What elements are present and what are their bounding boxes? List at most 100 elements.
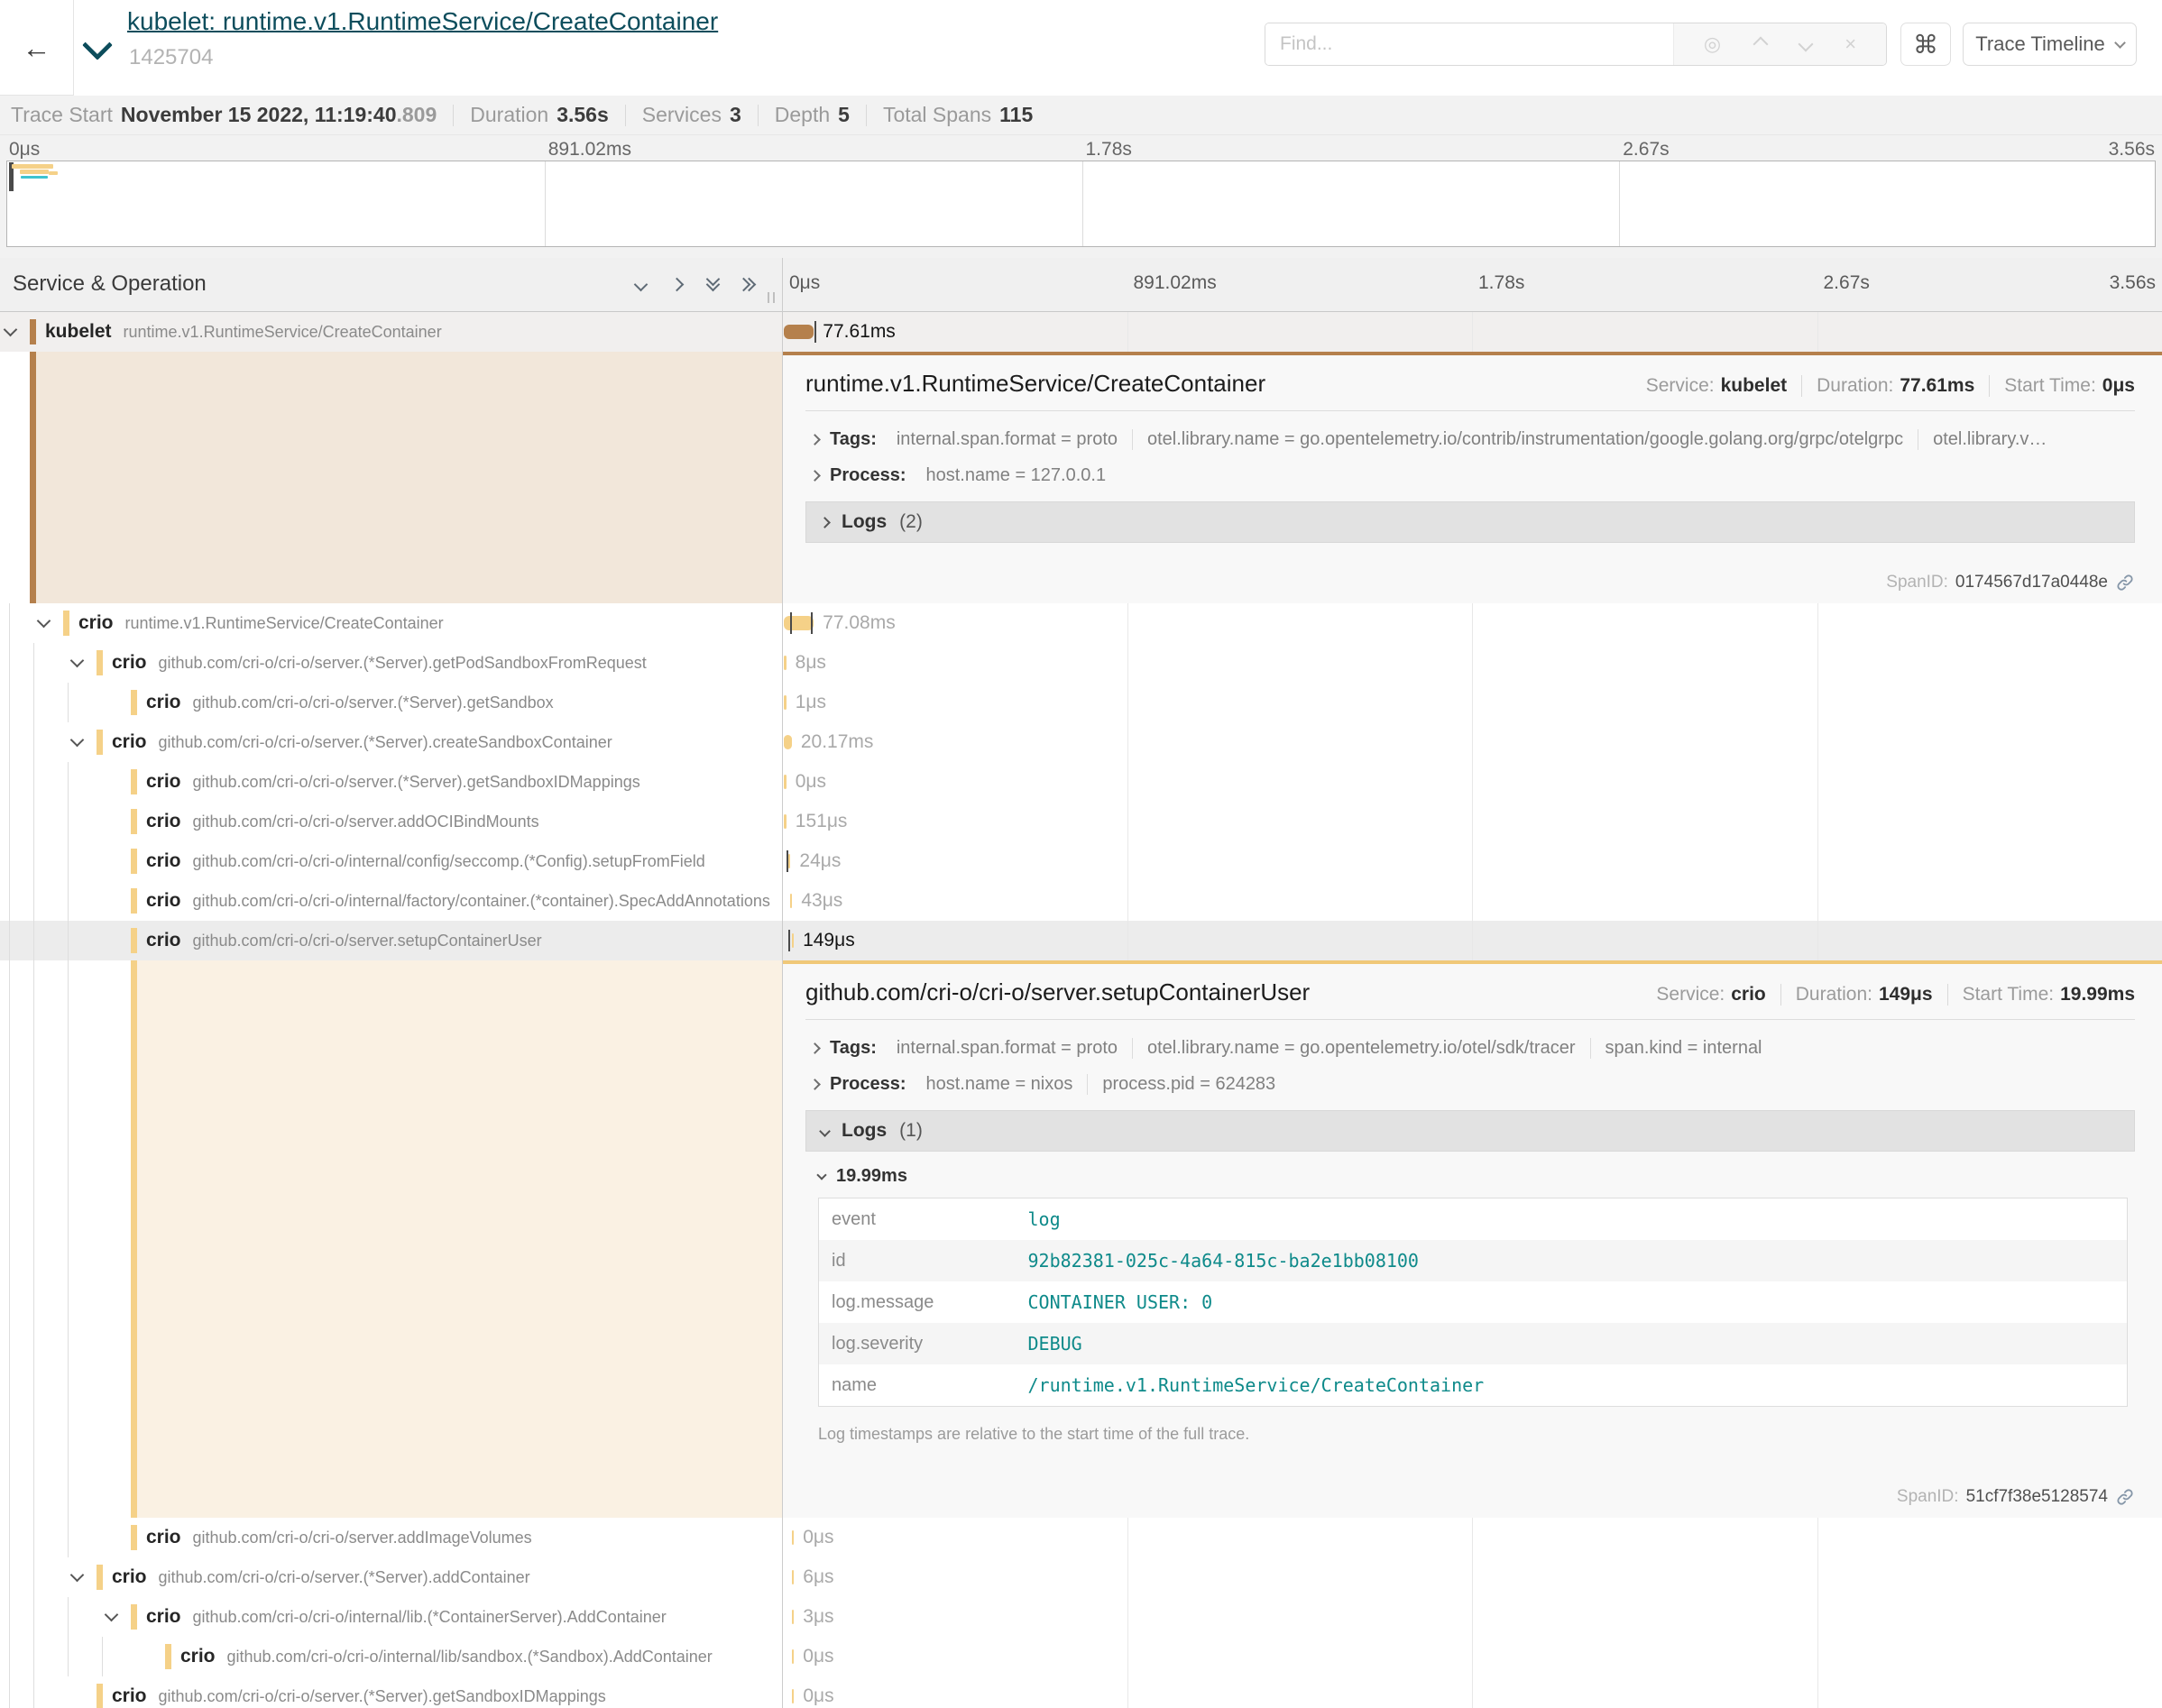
minimap-gridline (1082, 161, 1083, 246)
tags-row[interactable]: Tags: internal.span.format = protootel.l… (805, 1038, 2135, 1059)
span-duration-bar[interactable] (788, 854, 791, 868)
span-row[interactable]: crio github.com/cri-o/cri-o/internal/lib/… (0, 1637, 2162, 1676)
expand-one-icon[interactable] (669, 277, 685, 293)
span-row[interactable]: criogithub.com/cri-o/cri-o/server.addIma… (0, 1518, 2162, 1557)
span-row[interactable]: kubeletruntime.v1.RuntimeService/CreateC… (0, 312, 2162, 352)
operation-name: github.com/cri-o/cri-o/internal/lib/sand… (227, 1648, 713, 1667)
service-color-stripe (165, 1644, 171, 1669)
span-duration-bar[interactable] (784, 735, 792, 749)
span-duration-bar[interactable] (792, 1570, 795, 1584)
indent-guide (33, 921, 34, 960)
indent-guide (33, 643, 34, 683)
span-row[interactable]: crio github.com/cri-o/cri-o/server.(*Serv… (0, 722, 2162, 762)
service-name: crio (146, 930, 181, 951)
row-collapse-icon[interactable] (37, 614, 51, 629)
expand-all-icon[interactable] (741, 277, 758, 293)
span-row[interactable]: criogithub.com/cri-o/cri-o/server.(*Serv… (0, 1557, 2162, 1597)
operation-name: github.com/cri-o/cri-o/server.(*Server).… (159, 1568, 530, 1587)
next-match-icon[interactable] (1798, 37, 1813, 52)
operation-name: github.com/cri-o/cri-o/server.(*Server).… (159, 733, 612, 752)
row-collapse-icon[interactable] (105, 1608, 119, 1622)
chevron-right-icon (809, 470, 821, 482)
span-duration-bar[interactable] (792, 1649, 795, 1664)
log-field-key: log.message (819, 1281, 1016, 1323)
span-duration-bar[interactable] (792, 1530, 795, 1545)
collapse-all-icon[interactable] (705, 277, 722, 293)
service-name: crio (180, 1646, 216, 1667)
timeline-gridline (1472, 921, 1473, 960)
service-name: crio (146, 811, 181, 832)
log-field-row: name/runtime.v1.RuntimeService/CreateCon… (819, 1364, 2128, 1407)
service-color-stripe (97, 1565, 103, 1590)
page-header: ← kubelet: runtime.v1.RuntimeService/Cre… (0, 0, 2162, 96)
span-duration-bar[interactable] (784, 695, 787, 710)
span-row[interactable]: criogithub.com/cri-o/cri-o/server.setupC… (0, 921, 2162, 960)
find-input[interactable] (1265, 23, 1673, 65)
logs-count: (1) (899, 1120, 923, 1142)
service-color-stripe (131, 888, 137, 914)
span-row[interactable]: criogithub.com/cri-o/cri-o/internal/fact… (0, 881, 2162, 921)
indent-guide (33, 1557, 34, 1597)
operation-name: github.com/cri-o/cri-o/internal/lib.(*Co… (193, 1608, 667, 1627)
span-duration-label: 20.17ms (801, 722, 874, 762)
page-title[interactable]: kubelet: runtime.v1.RuntimeService/Creat… (127, 7, 718, 36)
timeline-gridline (1817, 312, 1818, 352)
column-divider[interactable] (782, 258, 783, 1708)
logs-accordion[interactable]: Logs (1) (805, 1110, 2135, 1152)
collapse-one-icon[interactable] (633, 277, 649, 293)
span-duration-bar[interactable] (784, 325, 814, 339)
span-duration-bar[interactable] (792, 1689, 795, 1703)
span-row[interactable]: criogithub.com/cri-o/cri-o/server.(*Serv… (0, 762, 2162, 802)
operation-name: github.com/cri-o/cri-o/server.addImageVo… (193, 1529, 532, 1547)
span-duration-label: 1μs (796, 683, 826, 722)
minimap-tick-label: 3.56s (2109, 139, 2155, 161)
tags-row[interactable]: Tags: internal.span.format = protootel.l… (805, 429, 2135, 450)
service-name: crio (112, 731, 147, 753)
minimap-canvas[interactable] (6, 161, 2156, 247)
span-duration-label: 149μs (803, 921, 855, 960)
span-row[interactable]: criogithub.com/cri-o/cri-o/server.(*Serv… (0, 643, 2162, 683)
span-row[interactable]: criogithub.com/cri-o/cri-o/server.(*Serv… (0, 1676, 2162, 1708)
row-collapse-icon[interactable] (4, 323, 18, 337)
span-detail-meta: Service:kubeletDuration:77.61msStart Tim… (1632, 375, 2135, 397)
span-duration-bar[interactable] (790, 894, 793, 908)
timeline-gridline (1472, 1637, 1473, 1676)
operation-name: github.com/cri-o/cri-o/internal/config/s… (193, 852, 705, 871)
log-entry-toggle[interactable]: 19.99ms (818, 1166, 2135, 1187)
span-row[interactable]: criogithub.com/cri-o/cri-o/server.(*Serv… (0, 683, 2162, 722)
span-duration-bar[interactable] (784, 814, 787, 829)
kv-item: internal.span.format = proto (882, 429, 1132, 450)
service-color-stripe (63, 611, 69, 636)
span-duration-bar[interactable] (784, 656, 787, 670)
row-collapse-icon[interactable] (70, 1568, 85, 1583)
span-duration-bar[interactable] (792, 1610, 795, 1624)
indent-guide (9, 1676, 10, 1708)
clear-find-icon[interactable]: × (1845, 32, 1856, 56)
log-field-row: eventlog (819, 1198, 2128, 1241)
column-resize-grip[interactable] (768, 292, 775, 303)
service-name: kubelet (45, 321, 112, 343)
span-duration-bar[interactable] (784, 775, 787, 789)
span-row[interactable]: criogithub.com/cri-o/cri-o/internal/lib.… (0, 1597, 2162, 1637)
process-row[interactable]: Process: host.name = 127.0.0.1 (805, 465, 2135, 486)
span-duration-bar[interactable] (792, 933, 795, 948)
row-collapse-icon[interactable] (70, 733, 85, 748)
focus-match-icon[interactable]: ◎ (1704, 32, 1721, 56)
row-collapse-icon[interactable] (70, 654, 85, 668)
previous-match-icon[interactable] (1753, 37, 1768, 52)
indent-guide (9, 881, 10, 921)
span-row[interactable]: crioruntime.v1.RuntimeService/CreateCont… (0, 603, 2162, 643)
span-duration-bar[interactable] (784, 616, 814, 630)
logs-accordion[interactable]: Logs (2) (805, 501, 2135, 543)
process-row[interactable]: Process: host.name = nixosprocess.pid = … (805, 1074, 2135, 1095)
chevron-right-icon (809, 1042, 821, 1054)
minimap-span-bar (20, 170, 49, 174)
trace-view-selector[interactable]: Trace Timeline (1963, 23, 2137, 66)
span-row[interactable]: criogithub.com/cri-o/cri-o/internal/conf… (0, 841, 2162, 881)
copy-link-icon[interactable] (2115, 1487, 2135, 1507)
span-row[interactable]: criogithub.com/cri-o/cri-o/server.addOCI… (0, 802, 2162, 841)
back-button[interactable]: ← (0, 0, 74, 96)
keyboard-shortcuts-button[interactable]: ⌘ (1900, 23, 1951, 66)
collapse-trace-header-icon[interactable] (82, 30, 113, 60)
copy-link-icon[interactable] (2115, 573, 2135, 592)
